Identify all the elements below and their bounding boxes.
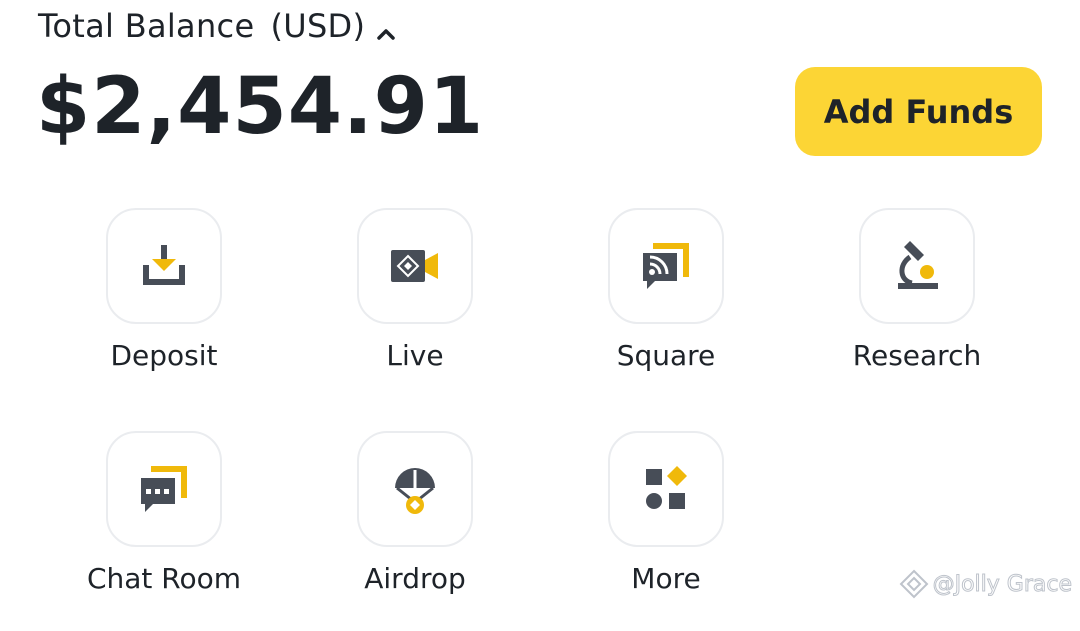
shortcut-label: Airdrop — [364, 562, 466, 595]
shortcut-label: Research — [852, 339, 982, 372]
shortcut-airdrop[interactable]: Airdrop — [290, 431, 540, 631]
research-icon — [898, 241, 938, 289]
shortcut-label: Square — [616, 339, 716, 372]
shortcut-live[interactable]: Live — [290, 208, 540, 408]
deposit-icon — [143, 245, 185, 285]
balance-label: Total Balance — [38, 7, 255, 45]
shortcut-label: Deposit — [110, 339, 218, 372]
shortcut-research-box[interactable] — [859, 208, 975, 324]
shortcut-label: Chat Room — [86, 562, 242, 595]
shortcut-label: Live — [386, 339, 444, 372]
balance-header[interactable]: Total Balance (USD) — [38, 6, 397, 46]
live-icon — [391, 250, 438, 282]
shortcut-square[interactable]: Square — [541, 208, 791, 408]
shortcut-label: More — [631, 562, 701, 595]
shortcut-deposit-box[interactable] — [106, 208, 222, 324]
square-icon — [643, 243, 689, 289]
shortcut-square-box[interactable] — [608, 208, 724, 324]
balance-currency: (USD) — [270, 7, 366, 45]
shortcut-live-box[interactable] — [357, 208, 473, 324]
binance-logo-icon — [899, 569, 929, 599]
chevron-up-icon[interactable] — [375, 15, 397, 40]
shortcut-more-box[interactable] — [608, 431, 724, 547]
airdrop-icon — [395, 468, 435, 514]
shortcut-research[interactable]: Research — [792, 208, 1042, 408]
shortcut-airdrop-box[interactable] — [357, 431, 473, 547]
balance-amount: $2,454.91 — [36, 62, 485, 152]
watermark-text: @Jolly Grace — [932, 571, 1072, 597]
shortcut-more[interactable]: More — [541, 431, 791, 631]
shortcut-deposit[interactable]: Deposit — [39, 208, 289, 408]
shortcut-chat-room[interactable]: Chat Room — [39, 431, 289, 631]
more-icon — [646, 466, 687, 509]
chat-room-icon — [141, 466, 187, 512]
add-funds-button[interactable]: Add Funds — [795, 67, 1042, 156]
shortcut-chat-room-box[interactable] — [106, 431, 222, 547]
watermark: @Jolly Grace — [899, 569, 1073, 599]
